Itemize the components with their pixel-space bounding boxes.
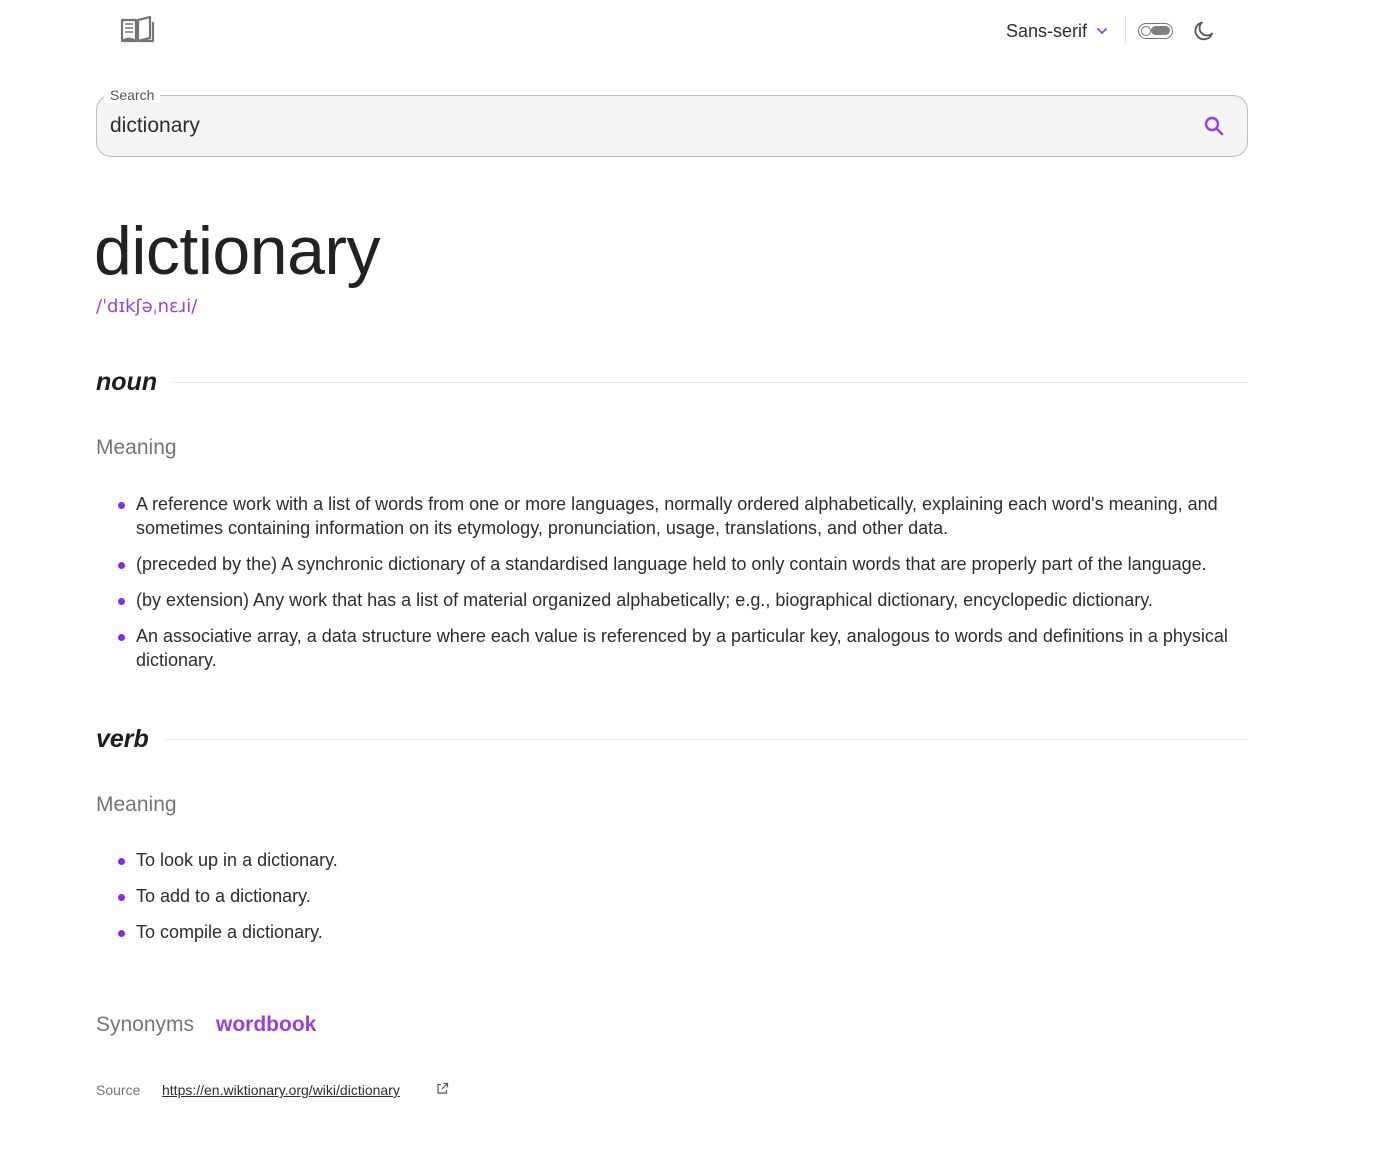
- definition-list-verb: To look up in a dictionary. To add to a …: [96, 848, 1248, 956]
- definition-item: To add to a dictionary.: [96, 884, 1248, 908]
- header-divider: [1125, 16, 1126, 44]
- definition-item: To compile a dictionary.: [96, 920, 1248, 944]
- source-link[interactable]: https://en.wiktionary.org/wiki/dictionar…: [162, 1082, 400, 1098]
- phonetic: /ˈdɪkʃəˌnɛɹi/: [96, 296, 198, 317]
- part-of-speech-noun: noun: [96, 368, 158, 396]
- definition-item: (preceded by the) A synchronic dictionar…: [96, 552, 1248, 576]
- search-icon[interactable]: [1200, 112, 1228, 140]
- bullet: [118, 930, 125, 937]
- search-legend: Search: [104, 87, 161, 103]
- definition-text: A reference work with a list of words fr…: [136, 494, 1218, 538]
- bullet: [118, 502, 125, 509]
- definition-list-noun: A reference work with a list of words fr…: [96, 492, 1248, 684]
- definition-item: (by extension) Any work that has a list …: [96, 588, 1248, 612]
- bullet: [118, 634, 125, 641]
- source-label: Source: [96, 1082, 141, 1098]
- synonym-link[interactable]: wordbook: [216, 1013, 316, 1037]
- definition-text: To add to a dictionary.: [136, 886, 311, 906]
- theme-toggle[interactable]: [1138, 23, 1173, 39]
- chevron-down-icon: [1097, 28, 1107, 34]
- moon-icon[interactable]: [1192, 19, 1216, 43]
- font-select-value: Sans-serif: [1006, 20, 1088, 41]
- synonyms-label: Synonyms: [96, 1013, 195, 1036]
- bullet: [118, 858, 125, 865]
- meaning-label: Meaning: [96, 793, 177, 816]
- section-divider: [172, 382, 1248, 383]
- bullet: [118, 562, 125, 569]
- part-of-speech-verb: verb: [96, 725, 149, 753]
- section-divider: [166, 739, 1248, 740]
- font-select[interactable]: Sans-serif: [1006, 19, 1108, 43]
- bullet: [118, 894, 125, 901]
- definition-text: (preceded by the) A synchronic dictionar…: [136, 554, 1207, 574]
- meaning-label: Meaning: [96, 436, 177, 459]
- header: Sans-serif: [0, 0, 1396, 62]
- definition-item: To look up in a dictionary.: [96, 848, 1248, 872]
- toggle-track: [1151, 26, 1170, 35]
- word-title: dictionary: [94, 213, 381, 289]
- definition-text: To compile a dictionary.: [136, 922, 323, 942]
- definition-item: A reference work with a list of words fr…: [96, 492, 1248, 540]
- definition-text: An associative array, a data structure w…: [136, 626, 1228, 670]
- search-input[interactable]: [110, 109, 1170, 143]
- definition-text: (by extension) Any work that has a list …: [136, 590, 1153, 610]
- bullet: [118, 598, 125, 605]
- external-link-icon[interactable]: [436, 1082, 449, 1095]
- definition-text: To look up in a dictionary.: [136, 850, 338, 870]
- book-icon[interactable]: [120, 16, 156, 44]
- definition-item: An associative array, a data structure w…: [96, 624, 1248, 672]
- toggle-knob: [1141, 25, 1151, 36]
